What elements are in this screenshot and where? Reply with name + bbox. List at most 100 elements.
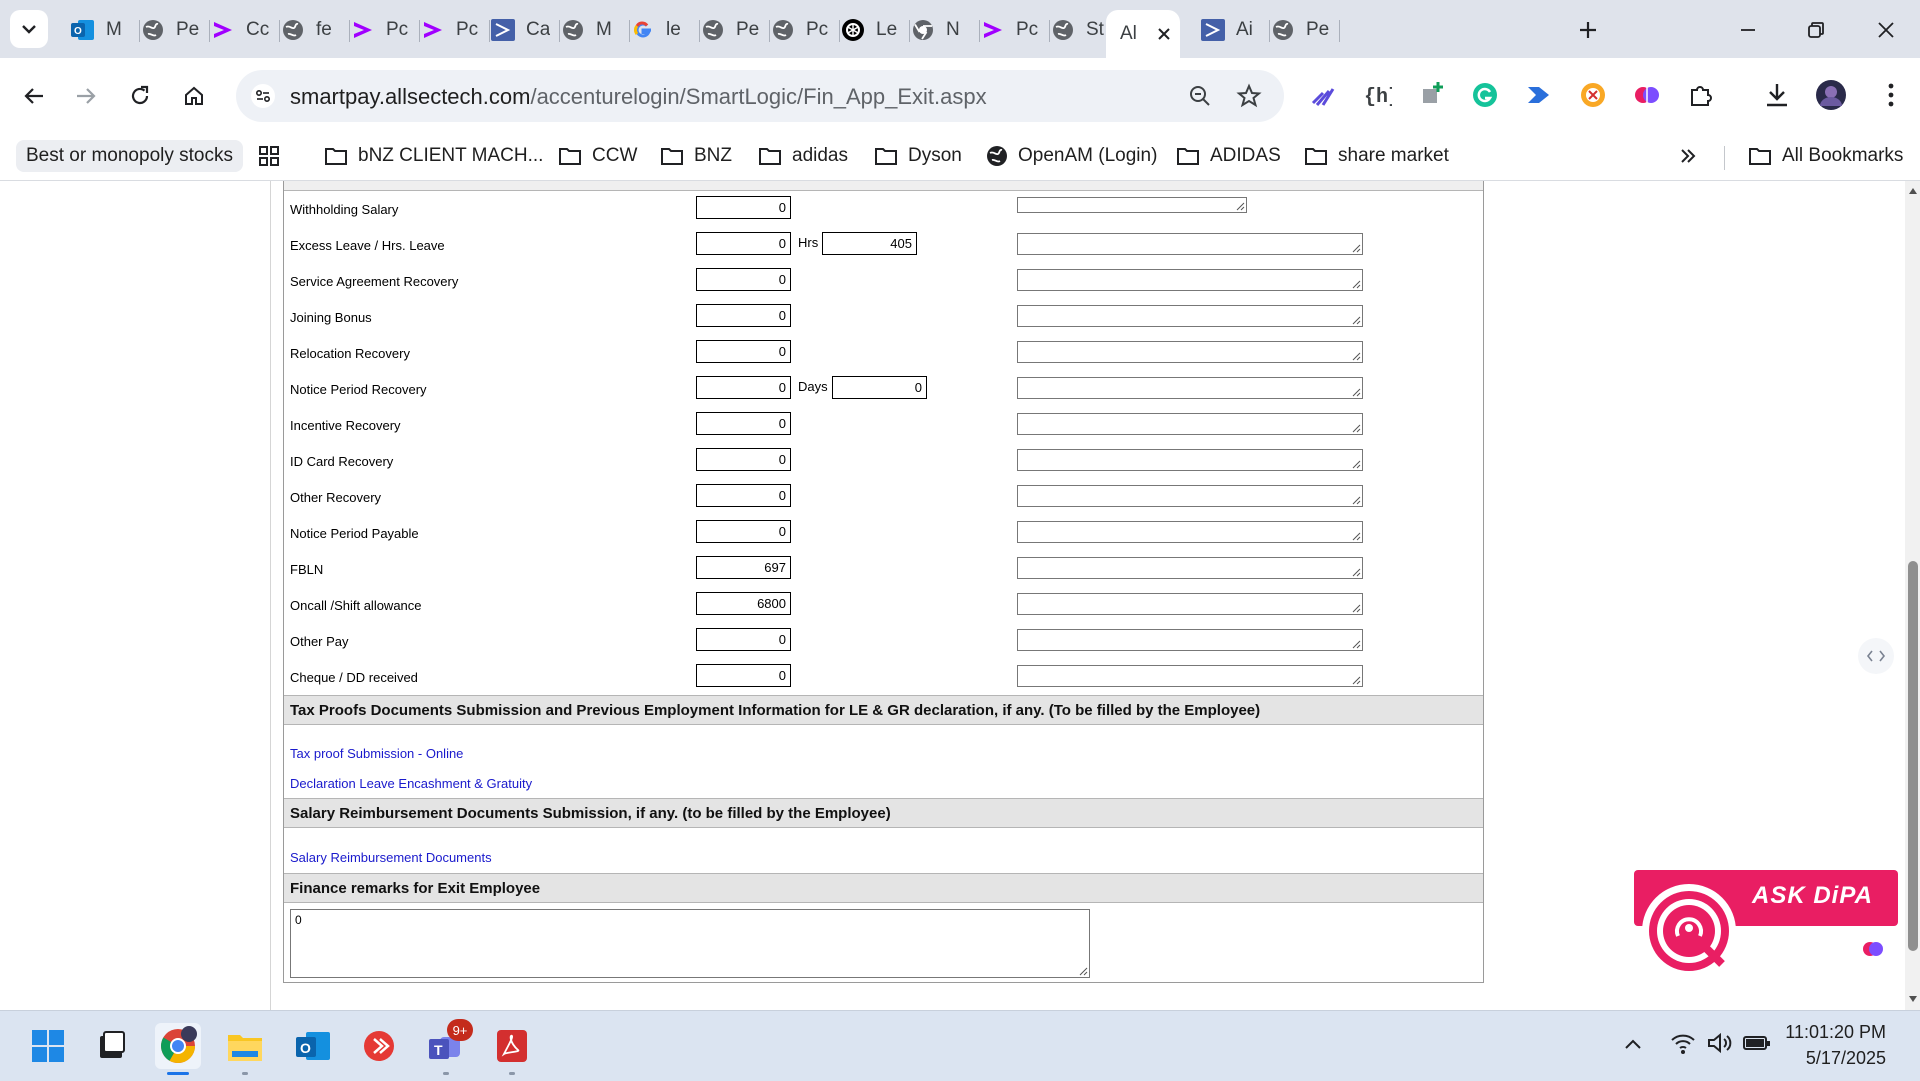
remarks-textarea[interactable] <box>1017 485 1363 507</box>
remarks-textarea[interactable] <box>1017 521 1363 543</box>
resize-grip-icon <box>1352 316 1361 325</box>
wifi-icon[interactable] <box>1670 1031 1696 1055</box>
battery-icon[interactable] <box>1742 1033 1772 1053</box>
bookmark-item[interactable]: bNZ CLIENT MACH... <box>324 140 543 172</box>
remarks-textarea[interactable] <box>1017 665 1363 687</box>
remarks-textarea[interactable] <box>1017 305 1363 327</box>
amount-input[interactable]: 0 <box>696 412 791 435</box>
plus-icon <box>1580 22 1596 38</box>
amount-input[interactable]: 0 <box>696 232 791 255</box>
amount-input[interactable]: 0 <box>696 664 791 687</box>
brain-extension-icon[interactable] <box>1630 78 1664 112</box>
remarks-textarea[interactable] <box>1017 557 1363 579</box>
url-text[interactable]: smartpay.allsectech.com/accenturelogin/S… <box>290 84 987 110</box>
h-extension-icon[interactable]: {h} <box>1360 78 1394 112</box>
tax-proof-online-link[interactable]: Tax proof Submission - Online <box>290 746 463 761</box>
bookmark-item[interactable]: BNZ <box>660 140 732 172</box>
bookmark-item[interactable]: OpenAM (Login) <box>986 140 1157 172</box>
amount-input[interactable]: 0 <box>696 520 791 543</box>
browser-tab[interactable]: Pe <box>1256 10 1340 50</box>
extensions-puzzle-icon[interactable] <box>1684 78 1718 112</box>
minimize-button[interactable] <box>1718 8 1778 52</box>
downloads-button[interactable] <box>1760 78 1794 112</box>
remarks-textarea[interactable] <box>1017 449 1363 471</box>
task-view-button[interactable] <box>89 1023 135 1069</box>
scroll-down-arrow-icon[interactable] <box>1908 995 1918 1003</box>
zoom-icon[interactable] <box>1188 84 1212 108</box>
remarks-textarea[interactable] <box>1017 629 1363 651</box>
taskbar-teams[interactable]: T 9+ <box>423 1019 473 1075</box>
remarks-textarea[interactable] <box>1017 413 1363 435</box>
bookmark-best-stocks[interactable]: Best or monopoly stocks <box>16 140 243 172</box>
address-bar[interactable]: smartpay.allsectech.com/accenturelogin/S… <box>236 70 1284 122</box>
resize-grip-icon[interactable] <box>1078 966 1088 976</box>
taskbar-app-red[interactable] <box>356 1023 402 1069</box>
copilot-floating-icon[interactable] <box>1854 930 1892 968</box>
chrome-menu-button[interactable] <box>1874 78 1908 112</box>
show-hidden-icons-button[interactable] <box>1622 1033 1644 1055</box>
close-tab-icon[interactable] <box>1156 26 1172 42</box>
start-button[interactable] <box>25 1023 71 1069</box>
profile-avatar[interactable] <box>1814 78 1848 112</box>
amount-input[interactable]: 0 <box>696 376 791 399</box>
amount-input[interactable]: 697 <box>696 556 791 579</box>
remarks-textarea[interactable] <box>1017 269 1363 291</box>
bookmark-item[interactable]: share market <box>1304 140 1449 172</box>
amount-input[interactable]: 0 <box>696 628 791 651</box>
taskbar-chrome[interactable] <box>155 1023 201 1075</box>
scroll-up-arrow-icon[interactable] <box>1908 187 1918 195</box>
amount-input[interactable]: 0 <box>696 484 791 507</box>
amount-input[interactable]: 0 <box>696 268 791 291</box>
reload-button[interactable] <box>118 74 162 118</box>
site-info-icon[interactable] <box>250 83 276 109</box>
remarks-textarea[interactable] <box>1017 233 1363 255</box>
bookmark-item[interactable]: ADIDAS <box>1176 140 1281 172</box>
tab-search-button[interactable] <box>10 10 48 48</box>
page-scrollbar[interactable] <box>1905 181 1920 1010</box>
new-tab-button[interactable] <box>1570 12 1606 48</box>
bookmark-item[interactable]: Dyson <box>874 140 962 172</box>
scrollbar-thumb[interactable] <box>1908 561 1918 951</box>
declaration-le-gratuity-link[interactable]: Declaration Leave Encashment & Gratuity <box>290 776 532 791</box>
salary-reimbursement-documents-link[interactable]: Salary Reimbursement Documents <box>290 850 492 865</box>
amount-input[interactable]: 0 <box>696 340 791 363</box>
power-automate-extension-icon[interactable] <box>1522 78 1556 112</box>
apps-grid-button[interactable] <box>258 140 280 172</box>
hours-input[interactable]: 405 <box>822 232 917 255</box>
timer-extension-icon[interactable] <box>1576 78 1610 112</box>
system-clock[interactable]: 11:01:20 PM 5/17/2025 <box>1785 1019 1886 1071</box>
taskbar-outlook[interactable]: O <box>290 1023 336 1069</box>
restore-button[interactable] <box>1786 8 1846 52</box>
remarks-textarea[interactable] <box>1017 593 1363 615</box>
taskbar-acrobat[interactable] <box>489 1023 535 1075</box>
days-input[interactable]: 0 <box>832 376 927 399</box>
amount-input[interactable]: 6800 <box>696 592 791 615</box>
dipa-assistant-icon[interactable] <box>1642 884 1736 978</box>
remarks-textarea[interactable] <box>1017 341 1363 363</box>
rocket-extension-icon[interactable] <box>1306 78 1340 112</box>
bookmark-item[interactable]: adidas <box>758 140 848 172</box>
home-button[interactable] <box>172 74 216 118</box>
grammarly-extension-icon[interactable] <box>1468 78 1502 112</box>
back-button[interactable] <box>12 74 56 118</box>
remarks-textarea[interactable] <box>1017 377 1363 399</box>
bookmark-star-icon[interactable] <box>1236 83 1262 109</box>
tab-strip: O M Pe Cc fe Pc Pc Ca Mle Pe Pc Le N Pc St Al Ai Pe <box>0 0 1920 58</box>
tab-active[interactable]: Al <box>1106 10 1180 58</box>
finance-remarks-textarea[interactable]: 0 <box>290 909 1090 978</box>
amount-input[interactable]: 0 <box>696 304 791 327</box>
bookmarks-divider <box>1724 146 1725 170</box>
amount-input[interactable]: 0 <box>696 448 791 471</box>
remarks-textarea[interactable] <box>1017 197 1247 213</box>
amount-input[interactable]: 0 <box>696 196 791 219</box>
close-window-button[interactable] <box>1856 8 1916 52</box>
side-panel-toggle[interactable] <box>1858 638 1894 674</box>
folder-icon <box>660 146 684 166</box>
volume-icon[interactable] <box>1706 1031 1734 1055</box>
all-bookmarks-button[interactable]: All Bookmarks <box>1748 140 1903 172</box>
bookmarks-overflow-button[interactable] <box>1678 140 1698 172</box>
puzzle-plus-extension-icon[interactable] <box>1414 78 1448 112</box>
taskbar-file-explorer[interactable] <box>222 1023 268 1075</box>
bookmark-item[interactable]: CCW <box>558 140 637 172</box>
forward-button[interactable] <box>64 74 108 118</box>
